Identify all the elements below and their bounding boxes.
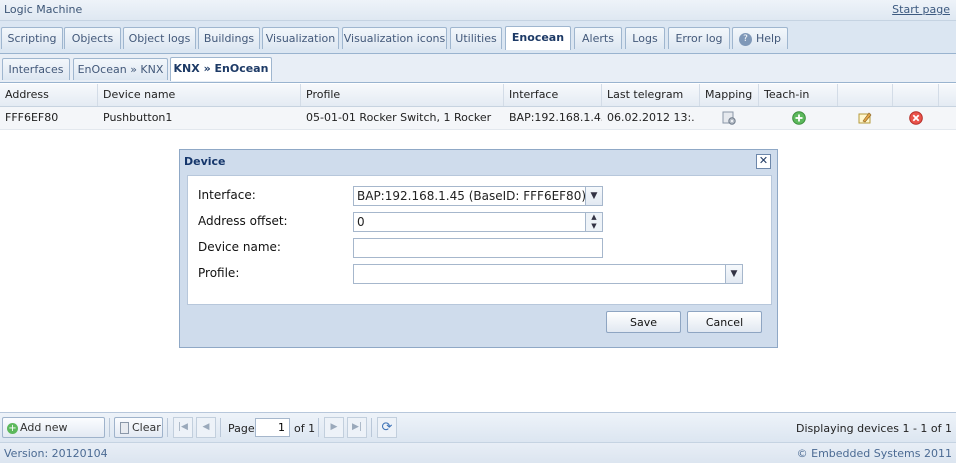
- page-number-input[interactable]: [255, 418, 290, 437]
- tab-object-logs[interactable]: Object logs: [123, 27, 196, 49]
- separator: [220, 418, 221, 437]
- separator: [109, 418, 110, 437]
- refresh-icon[interactable]: ⟳: [377, 417, 397, 438]
- subtab-enocean-knx[interactable]: EnOcean » KNX: [73, 58, 168, 80]
- address-offset-value: 0: [357, 215, 365, 229]
- tab-visualization[interactable]: Visualization: [262, 27, 339, 49]
- dialog-form: Interface: BAP:192.168.1.45 (BaseID: FFF…: [187, 175, 772, 305]
- start-page-link[interactable]: Start page: [892, 3, 950, 16]
- column-teach-in[interactable]: Teach-in: [759, 84, 838, 106]
- device-name-label: Device name:: [198, 240, 281, 254]
- device-dialog: Device ✕ Interface: BAP:192.168.1.45 (Ba…: [179, 149, 778, 348]
- add-device-button[interactable]: +Add new device: [2, 417, 105, 453]
- tab-utilities[interactable]: Utilities: [450, 27, 502, 49]
- column-delete: [893, 84, 939, 106]
- delete-icon[interactable]: [909, 111, 923, 125]
- interface-label: Interface:: [198, 188, 256, 202]
- next-page-icon[interactable]: ▶: [324, 417, 344, 438]
- table-row[interactable]: FFF6EF80 Pushbutton1 05-01-01 Rocker Swi…: [0, 107, 956, 130]
- first-page-icon[interactable]: |◀: [173, 417, 193, 438]
- paging-status: Displaying devices 1 - 1 of 1: [796, 422, 952, 435]
- chevron-down-icon[interactable]: ▼: [725, 265, 742, 283]
- tab-objects[interactable]: Objects: [64, 27, 121, 49]
- address-offset-label: Address offset:: [198, 214, 288, 228]
- tab-help-label: Help: [755, 32, 782, 45]
- subtab-knx-enocean[interactable]: KNX » EnOcean: [170, 57, 272, 81]
- last-page-icon[interactable]: ▶|: [347, 417, 367, 438]
- add-icon: +: [7, 422, 18, 434]
- tab-alerts[interactable]: Alerts: [574, 27, 622, 49]
- cell-address: FFF6EF80: [5, 111, 59, 124]
- help-icon: ?: [738, 32, 752, 46]
- main-tab-bar: Scripting Objects Object logs Buildings …: [0, 21, 956, 54]
- cell-interface: BAP:192.168.1.45: [509, 111, 602, 124]
- version-text: Version: 20120104: [4, 447, 108, 460]
- column-last-telegram[interactable]: Last telegram: [602, 84, 700, 106]
- mapping-gear-icon[interactable]: [722, 111, 736, 125]
- page-label: Page: [228, 422, 255, 435]
- tab-help[interactable]: ? Help: [732, 27, 788, 49]
- separator: [318, 418, 319, 437]
- page-count: of 1: [294, 422, 316, 435]
- paging-toolbar: +Add new device Clear |◀ ◀ Page of 1 ▶ ▶…: [0, 412, 956, 453]
- tab-buildings[interactable]: Buildings: [198, 27, 260, 49]
- copyright-text: © Embedded Systems 2011: [796, 447, 952, 460]
- grid-header: Address Device name Profile Interface La…: [0, 84, 956, 107]
- top-bar: Logic Machine Start page: [0, 0, 956, 21]
- dialog-title: Device: [184, 155, 226, 168]
- separator: [371, 418, 372, 437]
- cell-device-name: Pushbutton1: [103, 111, 173, 124]
- tab-visualization-icons[interactable]: Visualization icons: [342, 27, 447, 49]
- clear-button[interactable]: Clear: [114, 417, 163, 438]
- profile-label: Profile:: [198, 266, 240, 280]
- prev-page-icon[interactable]: ◀: [196, 417, 216, 438]
- save-button[interactable]: Save: [606, 311, 681, 333]
- column-mapping[interactable]: Mapping: [700, 84, 759, 106]
- edit-icon[interactable]: [858, 111, 872, 125]
- subtab-interfaces[interactable]: Interfaces: [2, 58, 70, 80]
- interface-select[interactable]: BAP:192.168.1.45 (BaseID: FFF6EF80) ▼: [353, 186, 603, 206]
- profile-select[interactable]: ▼: [353, 264, 743, 284]
- column-address[interactable]: Address: [0, 84, 98, 106]
- sub-tab-bar: Interfaces EnOcean » KNX KNX » EnOcean: [0, 54, 956, 83]
- separator: [167, 418, 168, 437]
- tab-enocean[interactable]: Enocean: [505, 26, 571, 50]
- teach-in-add-icon[interactable]: [792, 111, 806, 125]
- address-offset-stepper[interactable]: 0 ▲ ▼: [353, 212, 603, 232]
- tab-scripting[interactable]: Scripting: [1, 27, 63, 49]
- interface-value: BAP:192.168.1.45 (BaseID: FFF6EF80): [357, 189, 587, 203]
- column-interface[interactable]: Interface: [504, 84, 602, 106]
- column-edit: [838, 84, 893, 106]
- tab-error-log[interactable]: Error log: [668, 27, 730, 49]
- cell-profile: 05-01-01 Rocker Switch, 1 Rocker: [306, 111, 492, 124]
- app-title: Logic Machine: [4, 3, 83, 16]
- cancel-button[interactable]: Cancel: [687, 311, 762, 333]
- spinner-icon[interactable]: ▲ ▼: [585, 213, 602, 231]
- footer: Version: 20120104 © Embedded Systems 201…: [0, 442, 956, 463]
- column-device-name[interactable]: Device name: [98, 84, 301, 106]
- device-name-input[interactable]: [353, 238, 603, 258]
- tab-logs[interactable]: Logs: [625, 27, 665, 49]
- column-profile[interactable]: Profile: [301, 84, 504, 106]
- clear-label: Clear: [132, 421, 161, 434]
- cell-last-telegram: 06.02.2012 13:...: [607, 111, 694, 124]
- trash-icon: [120, 422, 129, 434]
- close-icon[interactable]: ✕: [756, 154, 771, 169]
- chevron-down-icon[interactable]: ▼: [585, 187, 602, 205]
